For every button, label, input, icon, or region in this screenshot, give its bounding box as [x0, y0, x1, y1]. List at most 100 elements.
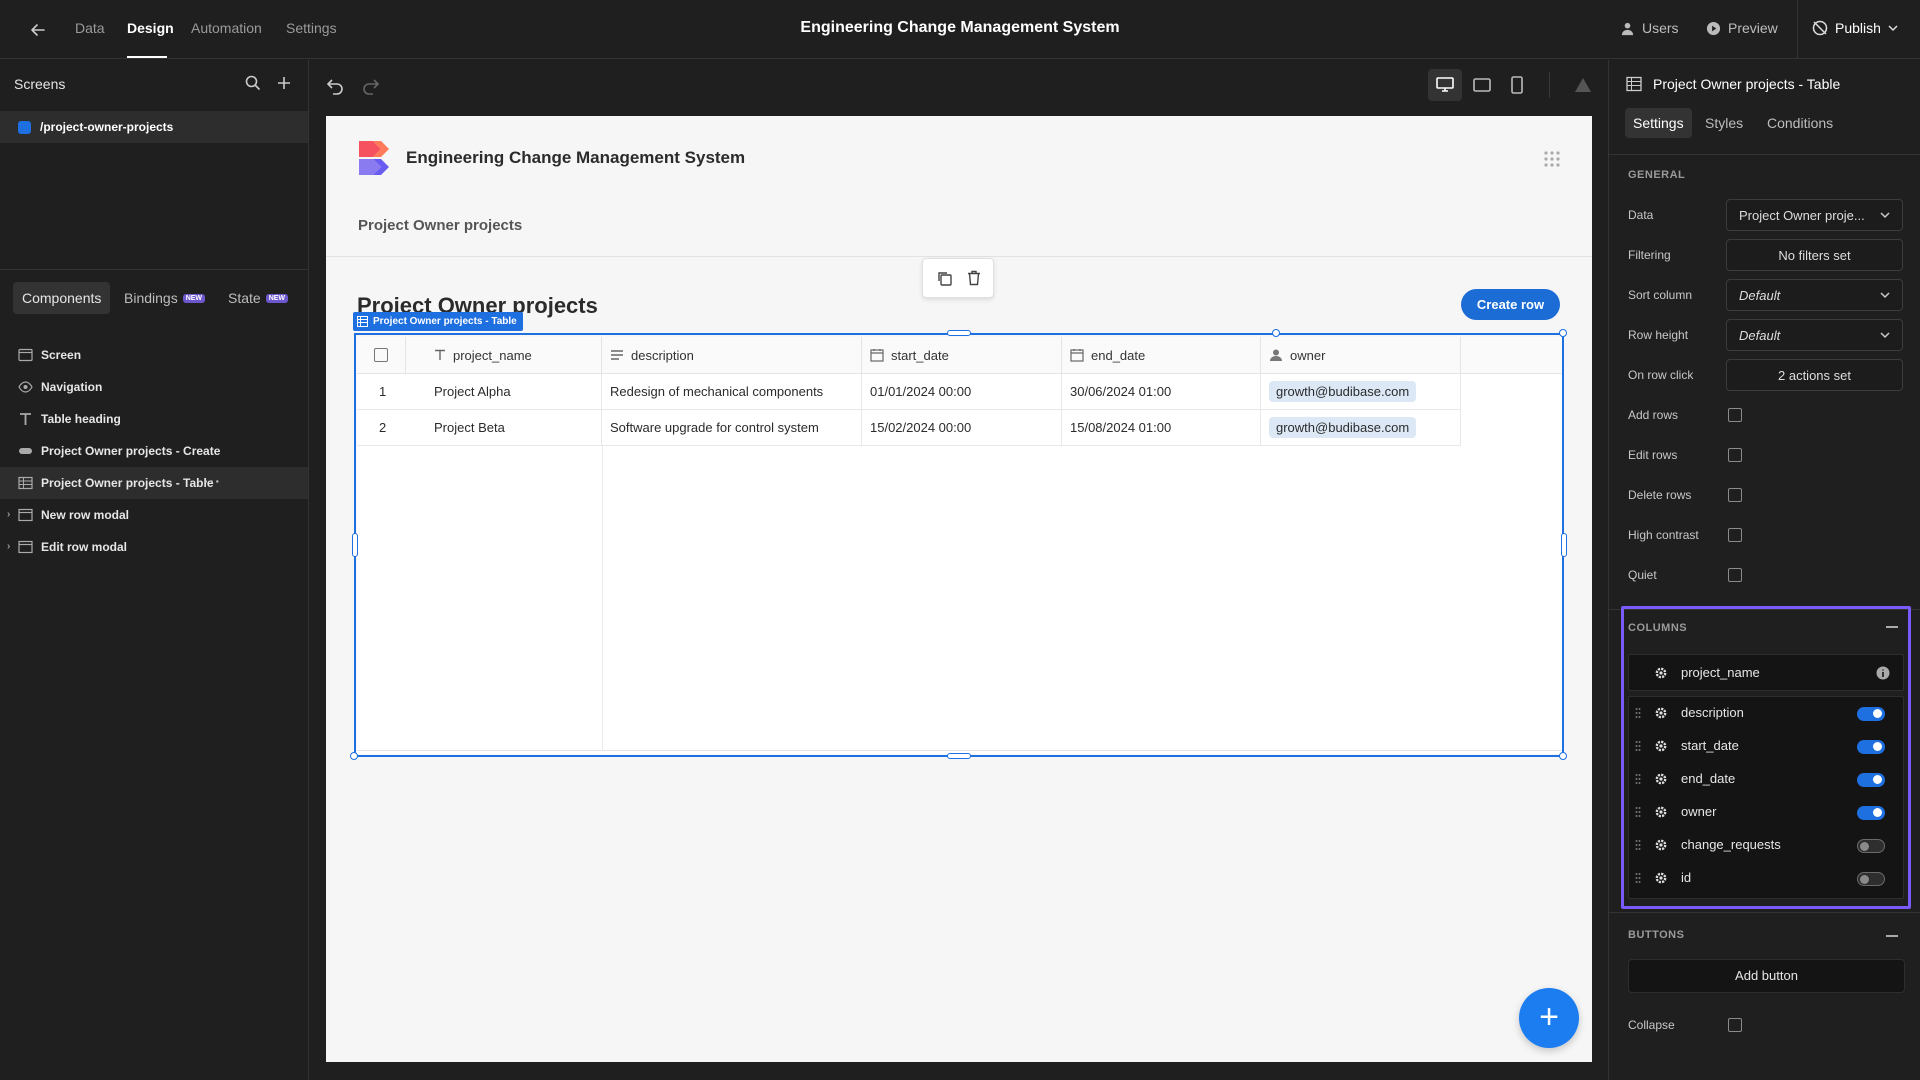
- tab-design[interactable]: Design: [127, 20, 174, 36]
- data-select[interactable]: Project Owner proje...: [1726, 199, 1903, 231]
- resize-handle-top[interactable]: [947, 330, 971, 336]
- resize-handle-bottom-right[interactable]: [1559, 752, 1567, 760]
- resize-handle-left[interactable]: [352, 533, 358, 557]
- tab-conditions[interactable]: Conditions: [1759, 108, 1841, 138]
- column-toggle[interactable]: [1857, 740, 1885, 754]
- nav-link[interactable]: Project Owner projects: [358, 217, 522, 234]
- app-grid-icon[interactable]: [1542, 149, 1562, 169]
- search-icon[interactable]: [244, 74, 262, 92]
- tab-settings[interactable]: Settings: [286, 20, 337, 36]
- desktop-view-button[interactable]: [1428, 69, 1462, 101]
- collapse-columns-icon[interactable]: [1886, 626, 1898, 628]
- add-button[interactable]: Add button: [1628, 959, 1905, 993]
- chevron-right-icon[interactable]: ›: [7, 541, 10, 552]
- high-contrast-checkbox[interactable]: [1728, 528, 1742, 542]
- column-toggle[interactable]: [1857, 872, 1885, 886]
- add-rows-label: Add rows: [1628, 408, 1679, 422]
- column-toggle[interactable]: [1857, 839, 1885, 853]
- add-screen-icon[interactable]: [275, 74, 293, 92]
- collapse-checkbox[interactable]: [1728, 1018, 1742, 1032]
- column-item-id[interactable]: id: [1629, 862, 1903, 895]
- undo-icon[interactable]: [326, 76, 346, 96]
- drag-handle-icon[interactable]: [1635, 773, 1641, 785]
- tab-styles[interactable]: Styles: [1697, 108, 1751, 138]
- top-bar: Data Design Automation Settings Engineer…: [0, 0, 1920, 59]
- users-button[interactable]: Users: [1620, 20, 1679, 36]
- gear-icon[interactable]: [1654, 871, 1668, 885]
- panel-title: Project Owner projects - Table: [1653, 76, 1841, 92]
- drag-handle-icon[interactable]: [1635, 872, 1641, 884]
- component-new-row-modal[interactable]: › New row modal: [0, 499, 308, 531]
- publish-button[interactable]: Publish: [1812, 20, 1898, 36]
- add-rows-checkbox[interactable]: [1728, 408, 1742, 422]
- drag-handle-icon[interactable]: [1635, 839, 1641, 851]
- on-row-click-button[interactable]: 2 actions set: [1726, 359, 1903, 391]
- quiet-checkbox[interactable]: [1728, 568, 1742, 582]
- general-section-title: GENERAL: [1628, 169, 1686, 181]
- edit-rows-checkbox[interactable]: [1728, 448, 1742, 462]
- column-toggle[interactable]: [1857, 707, 1885, 721]
- gear-icon[interactable]: [1654, 666, 1668, 680]
- add-component-fab[interactable]: +: [1519, 988, 1579, 1048]
- resize-handle-top-right[interactable]: [1272, 329, 1280, 337]
- text-icon: [20, 413, 31, 425]
- tab-data[interactable]: Data: [75, 20, 105, 36]
- info-icon[interactable]: [1876, 666, 1890, 680]
- new-badge: NEW: [182, 293, 206, 303]
- collapse-buttons-icon[interactable]: [1886, 935, 1898, 937]
- delete-icon[interactable]: [967, 270, 981, 286]
- chevron-right-icon[interactable]: ›: [7, 509, 10, 520]
- selection-outline: [354, 333, 1564, 757]
- component-navigation[interactable]: Navigation: [0, 371, 308, 403]
- tab-state[interactable]: State NEW: [219, 282, 297, 314]
- column-item-description[interactable]: description: [1629, 697, 1903, 730]
- tab-bindings[interactable]: Bindings NEW: [115, 282, 214, 314]
- design-canvas[interactable]: Engineering Change Management System Pro…: [326, 116, 1592, 1062]
- tab-automation[interactable]: Automation: [191, 20, 262, 36]
- duplicate-icon[interactable]: [937, 271, 952, 286]
- component-screen[interactable]: Screen: [0, 339, 308, 371]
- back-arrow-icon[interactable]: [28, 20, 48, 40]
- row-height-value: Default: [1739, 327, 1781, 343]
- drag-handle-icon[interactable]: [1635, 707, 1641, 719]
- column-item-owner[interactable]: owner: [1629, 796, 1903, 829]
- chevron-down-icon: [1880, 292, 1890, 299]
- screen-item[interactable]: /project-owner-projects: [0, 111, 308, 143]
- sort-column-select[interactable]: Default: [1726, 279, 1903, 311]
- mobile-icon[interactable]: [1511, 76, 1523, 94]
- column-item-end-date[interactable]: end_date: [1629, 763, 1903, 796]
- primary-column-row[interactable]: project_name: [1628, 654, 1904, 691]
- column-toggle[interactable]: [1857, 773, 1885, 787]
- redo-icon[interactable]: [360, 76, 380, 96]
- resize-handle-right[interactable]: [1561, 533, 1567, 557]
- gear-icon[interactable]: [1654, 805, 1668, 819]
- component-label: Table heading: [41, 412, 121, 426]
- delete-rows-checkbox[interactable]: [1728, 488, 1742, 502]
- drag-handle-icon[interactable]: [1635, 806, 1641, 818]
- create-row-button[interactable]: Create row: [1461, 289, 1560, 320]
- gear-icon[interactable]: [1654, 739, 1668, 753]
- row-height-select[interactable]: Default: [1726, 319, 1903, 351]
- resize-handle-top-right-corner[interactable]: [1559, 329, 1567, 337]
- component-create-button[interactable]: Project Owner projects - Create: [0, 435, 308, 467]
- more-options-icon[interactable]: ···: [204, 473, 221, 489]
- component-table-heading[interactable]: Table heading: [0, 403, 308, 435]
- component-table[interactable]: Project Owner projects - Table ···: [0, 467, 308, 499]
- resize-handle-bottom-left[interactable]: [350, 752, 358, 760]
- column-toggle[interactable]: [1857, 806, 1885, 820]
- drag-handle-icon[interactable]: [1635, 740, 1641, 752]
- tablet-icon[interactable]: [1473, 77, 1491, 93]
- tab-components[interactable]: Components: [13, 282, 111, 314]
- filtering-button[interactable]: No filters set: [1726, 239, 1903, 271]
- gear-icon[interactable]: [1654, 838, 1668, 852]
- warning-icon[interactable]: [1574, 77, 1592, 93]
- gear-icon[interactable]: [1654, 706, 1668, 720]
- gear-icon[interactable]: [1654, 772, 1668, 786]
- tab-settings[interactable]: Settings: [1625, 108, 1692, 138]
- column-item-start-date[interactable]: start_date: [1629, 730, 1903, 763]
- resize-handle-bottom[interactable]: [947, 753, 971, 759]
- preview-button[interactable]: Preview: [1706, 20, 1778, 36]
- selection-tag[interactable]: Project Owner projects - Table: [353, 312, 523, 331]
- component-edit-row-modal[interactable]: › Edit row modal: [0, 531, 308, 563]
- column-item-change-requests[interactable]: change_requests: [1629, 829, 1903, 862]
